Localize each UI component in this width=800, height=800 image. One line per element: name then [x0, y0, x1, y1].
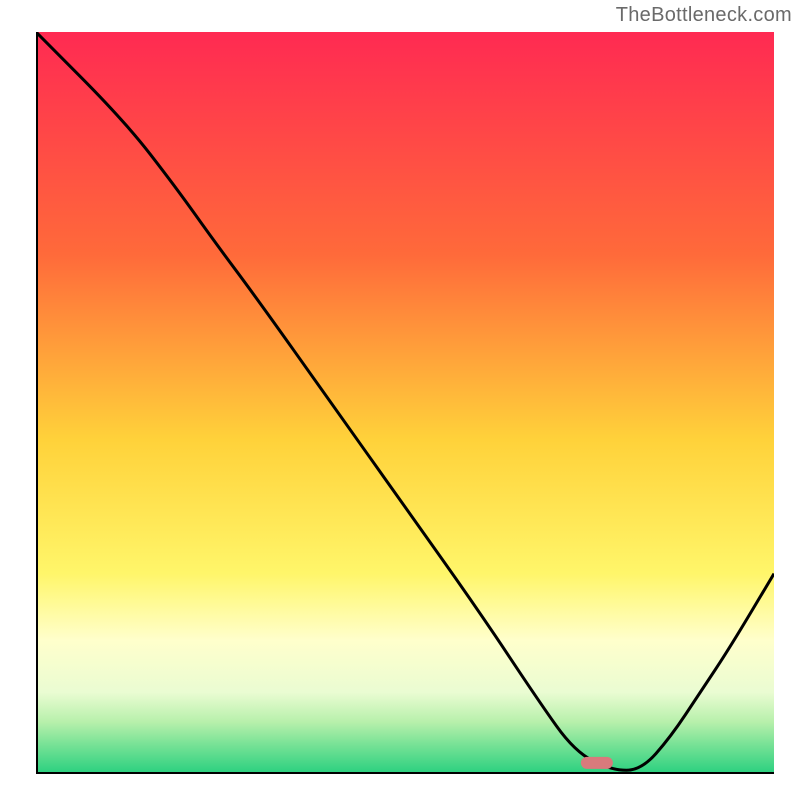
gradient-background	[36, 32, 774, 774]
chart-container	[36, 32, 774, 774]
bottleneck-chart	[36, 32, 774, 774]
page-root: TheBottleneck.com	[0, 0, 800, 800]
optimal-marker	[581, 757, 613, 769]
watermark-text: TheBottleneck.com	[616, 4, 792, 27]
